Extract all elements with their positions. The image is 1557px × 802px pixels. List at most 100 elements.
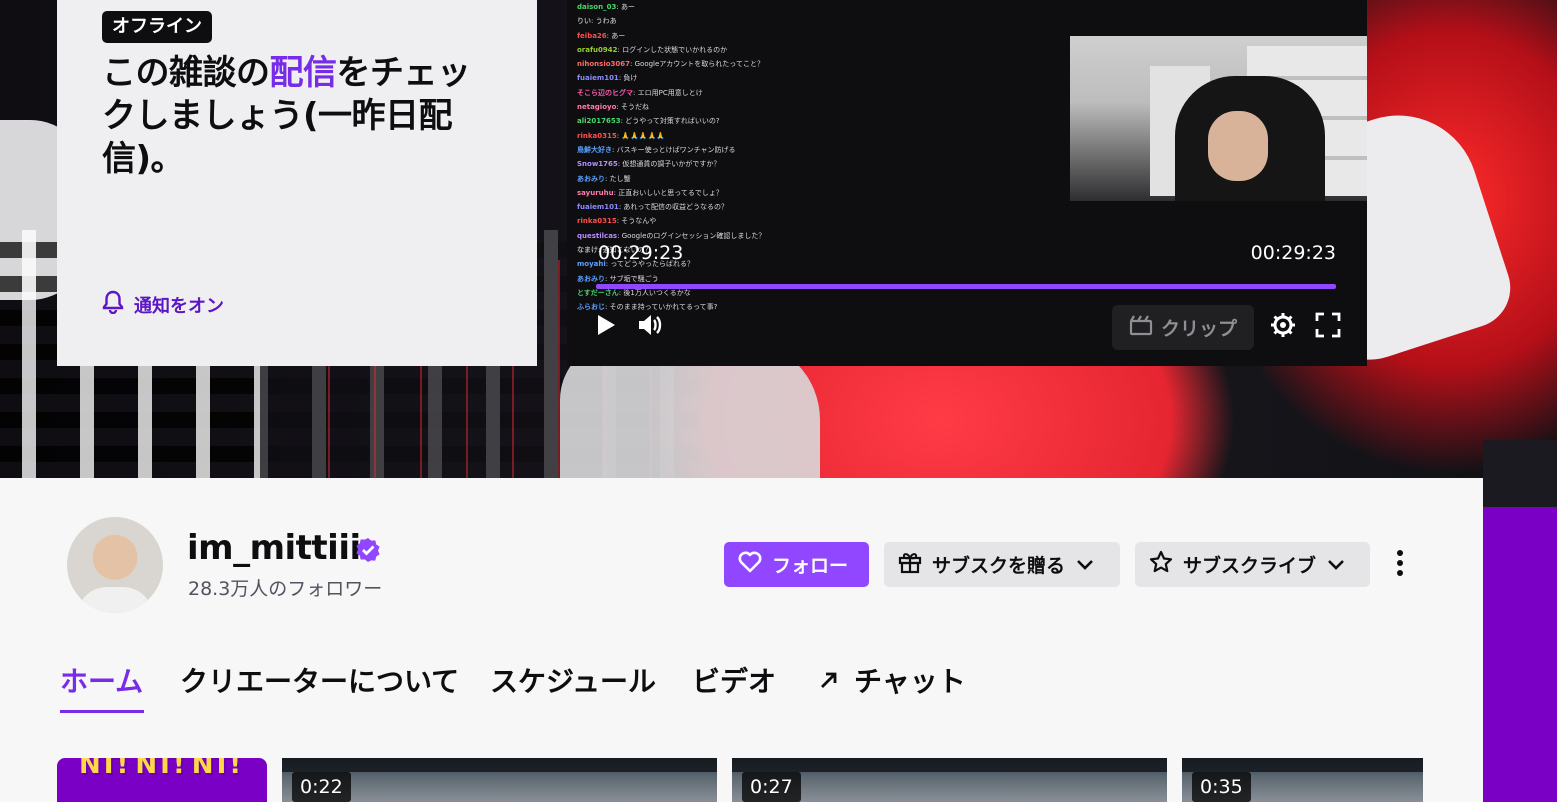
fullscreen-button[interactable] xyxy=(1313,312,1343,342)
chat-text: Googleのログインセッション確認しました？ xyxy=(621,231,766,240)
seek-bar[interactable] xyxy=(596,284,1336,289)
clip-thumbnail[interactable]: 0:22 xyxy=(282,758,717,802)
thumbnail-text: NT! NT! NT! xyxy=(79,758,241,780)
chat-username[interactable]: fuaiem101 xyxy=(577,203,619,211)
webcam-view xyxy=(1070,36,1367,201)
offline-title[interactable]: この雑談の配信をチェックしましょう(一昨日配信)。 xyxy=(102,52,492,181)
notifications-on-button[interactable]: 通知をオン xyxy=(102,290,224,319)
offline-card: オフライン この雑談の配信をチェックしましょう(一昨日配信)。 通知をオン xyxy=(57,0,537,366)
fullscreen-icon xyxy=(1315,312,1341,342)
chat-username[interactable]: そこら辺のヒグマ xyxy=(577,89,633,97)
chat-message: ali2017653: どうやって対策すればいいの? xyxy=(577,114,1057,128)
follow-label: フォロー xyxy=(772,555,849,577)
stream-link[interactable]: 配信 xyxy=(270,53,338,93)
chat-text: サブ垢で騒ごう xyxy=(609,274,659,283)
tab-chat[interactable]: チャット xyxy=(818,660,966,704)
chat-text: ログインした状態でいかれるのか xyxy=(622,45,728,54)
chat-message: そこら辺のヒグマ: エロ用PC用意しとけ xyxy=(577,86,1057,100)
verified-icon xyxy=(355,537,381,563)
clip-icon xyxy=(1129,314,1153,341)
chat-text: 正直おいしいと思ってるでしょ？ xyxy=(618,188,723,197)
clip-button[interactable]: クリップ xyxy=(1112,305,1254,350)
chat-text: 負け xyxy=(623,74,638,83)
chat-username[interactable]: rinka0315 xyxy=(577,132,617,140)
avatar-shirt xyxy=(77,587,153,613)
chat-message: りい: うわあ xyxy=(577,14,1057,28)
chat-username[interactable]: fuaiem101 xyxy=(577,74,619,82)
play-button[interactable] xyxy=(591,312,621,342)
play-icon xyxy=(595,313,617,341)
tab-schedule[interactable]: スケジュール xyxy=(490,660,656,704)
chat-username[interactable]: Snow1765 xyxy=(577,160,618,168)
chat-username[interactable]: りい xyxy=(577,17,591,25)
avatar[interactable] xyxy=(67,517,163,613)
chat-username[interactable]: 鳥鮮大好き xyxy=(577,146,612,154)
gift-icon xyxy=(898,550,922,579)
gift-sub-label: サブスクを贈る xyxy=(932,555,1066,577)
chevron-down-icon xyxy=(1075,554,1095,576)
follow-button[interactable]: フォロー xyxy=(724,542,869,587)
channel-name[interactable]: im_mittiii xyxy=(187,528,361,568)
volume-icon xyxy=(637,313,663,341)
chat-message: Snow1765: 仮想通貨の調子いかがですか？ xyxy=(577,157,1057,171)
chat-text: あー xyxy=(611,31,626,40)
chat-message: fuaiem101: 負け xyxy=(577,71,1057,85)
game-hud xyxy=(282,758,717,772)
chat-message: fuaiem101: あれって配信の収益どうなるの？ xyxy=(577,200,1057,214)
chat-text: エロ用PC用意しとけ xyxy=(637,88,703,97)
subscribe-button[interactable]: サブスクライブ xyxy=(1135,542,1370,587)
time-total: 00:29:23 xyxy=(1250,242,1336,264)
tab-home[interactable]: ホーム xyxy=(60,660,143,704)
tab-label: クリエーターについて xyxy=(180,665,460,698)
chat-username[interactable]: feiba26 xyxy=(577,32,607,40)
star-icon xyxy=(1149,550,1173,579)
channel-header xyxy=(0,478,1483,802)
chat-text: あれって配信の収益どうなるの？ xyxy=(623,203,729,212)
tab-videos[interactable]: ビデオ xyxy=(692,660,776,704)
chevron-down-icon xyxy=(1326,554,1346,576)
chat-username[interactable]: rinka0315 xyxy=(577,217,617,225)
chat-username[interactable]: あおみり xyxy=(577,275,605,283)
clip-label: クリップ xyxy=(1160,318,1237,340)
active-tab-indicator xyxy=(60,710,144,713)
clip-thumbnail[interactable]: 0:35 xyxy=(1182,758,1423,802)
chat-text: どうやって対策すればいいの? xyxy=(625,117,720,126)
clip-thumbnail[interactable]: 0:27 xyxy=(732,758,1167,802)
chat-username[interactable]: あおみり xyxy=(577,175,605,183)
chat-username[interactable]: sayuruhu xyxy=(577,189,614,197)
follower-count: 28.3万人のフォロワー xyxy=(188,578,383,600)
time-current: 00:29:23 xyxy=(598,242,684,264)
settings-button[interactable] xyxy=(1268,312,1298,342)
streamer-face xyxy=(1208,111,1268,181)
chat-message: sayuruhu: 正直おいしいと思ってるでしょ？ xyxy=(577,186,1057,200)
chat-text: 🙏🙏🙏🙏🙏 xyxy=(621,131,665,140)
featured-thumbnail[interactable]: NT! NT! NT! xyxy=(57,758,267,802)
chat-username[interactable]: nihonsio3067 xyxy=(577,60,630,68)
chat-message: netagioyo: そうだね xyxy=(577,100,1057,114)
chat-message: nihonsio3067: Googleアカウントを取られたってこと？ xyxy=(577,57,1057,71)
tab-label: チャット xyxy=(854,665,966,698)
gift-sub-button[interactable]: サブスクを贈る xyxy=(884,542,1120,587)
chat-username[interactable]: なまけ xyxy=(577,246,598,254)
tab-about[interactable]: クリエーターについて xyxy=(180,660,459,704)
chat-username[interactable]: orafu0942 xyxy=(577,46,618,54)
chat-text: うわあ xyxy=(595,17,617,26)
video-player[interactable]: daison_03: あー りい: うわあ feiba26: あー orafu0942… xyxy=(567,0,1367,366)
volume-button[interactable] xyxy=(635,312,665,342)
chat-text: バスキー使っとけばワンチャン防げる xyxy=(616,145,736,154)
chat-text: Googleアカウントを取られたってこと？ xyxy=(634,60,764,69)
clip-duration: 0:27 xyxy=(742,772,801,802)
chat-message: daison_03: あー xyxy=(577,0,1057,14)
chat-username[interactable]: とすだーさん xyxy=(577,289,619,297)
chat-username[interactable]: ふらおじ xyxy=(577,303,605,311)
chat-text: そうだね xyxy=(621,103,649,112)
offline-badge: オフライン xyxy=(102,11,212,43)
more-options-button[interactable] xyxy=(1384,545,1416,585)
chat-username[interactable]: ali2017653 xyxy=(577,117,621,125)
chat-username[interactable]: daison_03 xyxy=(577,3,616,11)
chat-message: questilcas: Googleのログインセッション確認しました？ xyxy=(577,229,1057,243)
chat-message: rinka0315: 🙏🙏🙏🙏🙏 xyxy=(577,129,1057,143)
chat-username[interactable]: questilcas xyxy=(577,232,617,240)
chat-message: 鳥鮮大好き: バスキー使っとけばワンチャン防げる xyxy=(577,143,1057,157)
chat-username[interactable]: netagioyo xyxy=(577,103,616,111)
